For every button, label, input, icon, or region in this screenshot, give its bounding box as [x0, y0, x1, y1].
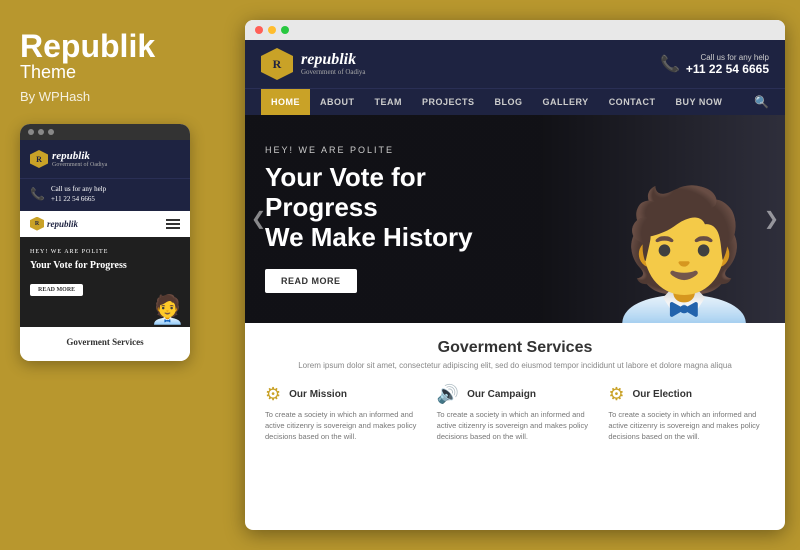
browser-dot-red	[255, 26, 263, 34]
mobile-contact-label: Call us for any help	[51, 185, 106, 195]
mobile-mockup: R republik Government of Oadiya 📞 Call u…	[20, 124, 190, 361]
desktop-contact-text: Call us for any help +11 22 54 6665	[686, 53, 769, 76]
desktop-contact-right: 📞 Call us for any help +11 22 54 6665	[660, 53, 769, 76]
desktop-hero-title: Your Vote for Progress We Make History	[265, 163, 540, 253]
desktop-logo-text-wrap: republik Government of Oadiya	[301, 52, 366, 76]
mobile-contact-info: 📞 Call us for any help +11 22 54 6665	[20, 178, 190, 211]
mobile-services-title: Goverment Services	[30, 337, 180, 347]
mobile-hero-pretitle: HEY! WE ARE POLITE	[30, 249, 180, 255]
nav-item-contact[interactable]: CONTACT	[599, 89, 666, 115]
service-item-mission: ⚙ Our Mission To create a society in whi…	[265, 384, 422, 443]
nav-item-blog[interactable]: BLOG	[485, 89, 533, 115]
mobile-nav-bar: R republik	[20, 211, 190, 237]
left-panel: Republik Theme By WPHash R republik Gove…	[0, 0, 230, 550]
desktop-hero-content: HEY! WE ARE POLITE Your Vote for Progres…	[265, 145, 540, 293]
browser-dot-yellow	[268, 26, 276, 34]
service-mission-text: To create a society in which an informed…	[265, 409, 422, 443]
nav-item-buynow[interactable]: BUY NOW	[666, 89, 733, 115]
mobile-hero-person: 🧑‍💼	[150, 293, 185, 327]
hero-arrow-right-icon[interactable]: ❯	[764, 208, 779, 229]
desktop-phone-icon: 📞	[660, 54, 680, 74]
right-panel: R republik Government of Oadiya 📞 Call u…	[230, 0, 800, 550]
desktop-contact-label: Call us for any help	[686, 53, 769, 62]
service-mission-name: Our Mission	[289, 389, 347, 400]
mobile-nav-shield-icon: R	[30, 217, 44, 231]
desktop-hero: HEY! WE ARE POLITE Your Vote for Progres…	[245, 115, 785, 323]
nav-item-about[interactable]: ABOUT	[310, 89, 365, 115]
mobile-services-section: Goverment Services	[20, 327, 190, 361]
service-mission-icon-wrap: ⚙ Our Mission	[265, 384, 422, 405]
desktop-services-section: Goverment Services Lorem ipsum dolor sit…	[245, 323, 785, 459]
mobile-shield-icon: R	[30, 150, 48, 168]
mobile-logo-sub: Government of Oadiya	[52, 162, 107, 168]
mobile-logo-text: republik	[52, 150, 107, 162]
service-election-text: To create a society in which an informed…	[608, 409, 765, 443]
nav-item-gallery[interactable]: GALLERY	[533, 89, 599, 115]
service-mission-icon: ⚙	[265, 384, 281, 405]
nav-item-home[interactable]: HOME	[261, 89, 310, 115]
mobile-header: R republik Government of Oadiya	[20, 140, 190, 178]
desktop-nav: HOME ABOUT TEAM PROJECTS BLOG GALLERY CO…	[245, 88, 785, 115]
desktop-logo-sub: Government of Oadiya	[301, 68, 366, 76]
mobile-phone-icon: 📞	[30, 187, 45, 202]
desktop-hero-title-line2: We Make History	[265, 222, 473, 252]
desktop-mockup: R republik Government of Oadiya 📞 Call u…	[245, 20, 785, 530]
theme-title: Republik	[20, 30, 210, 62]
mobile-nav-logo: R republik	[30, 217, 78, 231]
mobile-dot-1	[28, 129, 34, 135]
hero-person-figure: 🧑‍💼	[603, 193, 765, 323]
service-campaign-icon-wrap: 🔊 Our Campaign	[437, 384, 594, 405]
service-campaign-icon: 🔊	[437, 384, 459, 405]
service-election-name: Our Election	[632, 389, 691, 400]
mobile-hero: HEY! WE ARE POLITE Your Vote for Progres…	[20, 237, 190, 327]
mobile-dot-2	[38, 129, 44, 135]
browser-dot-green	[281, 26, 289, 34]
service-campaign-name: Our Campaign	[467, 389, 536, 400]
mobile-nav-logo-text: republik	[47, 219, 78, 229]
mobile-hamburger-icon[interactable]	[166, 219, 180, 229]
nav-item-team[interactable]: TEAM	[365, 89, 413, 115]
desktop-hero-title-line1: Your Vote for Progress	[265, 162, 426, 222]
desktop-contact-number: +11 22 54 6665	[686, 62, 769, 76]
mobile-contact-text: Call us for any help +11 22 54 6665	[51, 185, 106, 205]
desktop-site-header: R republik Government of Oadiya 📞 Call u…	[245, 40, 785, 88]
mobile-ham-line-3	[166, 227, 180, 229]
theme-by: By WPHash	[20, 89, 210, 104]
mobile-dot-3	[48, 129, 54, 135]
service-item-campaign: 🔊 Our Campaign To create a society in wh…	[437, 384, 594, 443]
service-election-icon-wrap: ⚙ Our Election	[608, 384, 765, 405]
mobile-contact-number: +11 22 54 6665	[51, 195, 106, 205]
mobile-logo-wrap: R republik Government of Oadiya	[30, 150, 107, 168]
desktop-services-title: Goverment Services	[265, 339, 765, 357]
desktop-services-grid: ⚙ Our Mission To create a society in whi…	[265, 384, 765, 443]
mobile-top-bar	[20, 124, 190, 140]
theme-subtitle: Theme	[20, 62, 210, 83]
desktop-hero-pretitle: HEY! WE ARE POLITE	[265, 145, 540, 155]
desktop-read-more-button[interactable]: READ MORE	[265, 269, 357, 293]
desktop-services-desc: Lorem ipsum dolor sit amet, consectetur …	[265, 361, 765, 370]
desktop-top-bar	[245, 20, 785, 40]
service-item-election: ⚙ Our Election To create a society in wh…	[608, 384, 765, 443]
service-campaign-text: To create a society in which an informed…	[437, 409, 594, 443]
desktop-logo-wrap: R republik Government of Oadiya	[261, 48, 366, 80]
mobile-logo-text-wrap: republik Government of Oadiya	[52, 150, 107, 168]
mobile-hero-title: Your Vote for Progress	[30, 259, 180, 272]
mobile-read-more-button[interactable]: READ MORE	[30, 284, 83, 296]
desktop-logo-brand: republik	[301, 52, 366, 68]
nav-item-projects[interactable]: PROJECTS	[412, 89, 485, 115]
service-election-icon: ⚙	[608, 384, 624, 405]
mobile-ham-line-2	[166, 223, 180, 225]
hero-arrow-left-icon[interactable]: ❮	[251, 208, 266, 229]
nav-search-icon[interactable]: 🔍	[754, 95, 769, 110]
mobile-ham-line-1	[166, 219, 180, 221]
desktop-shield-icon: R	[261, 48, 293, 80]
